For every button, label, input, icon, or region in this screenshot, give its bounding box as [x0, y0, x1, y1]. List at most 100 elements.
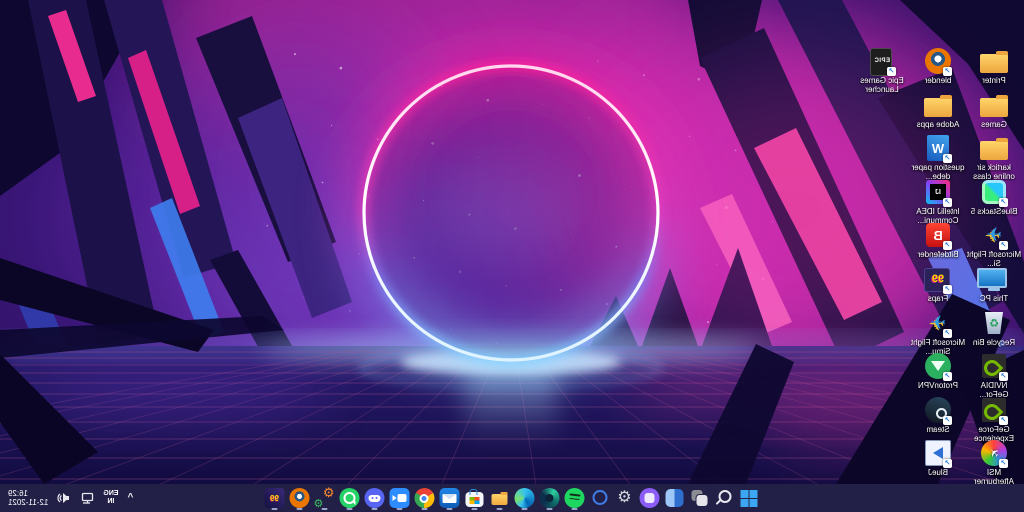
- desktop-icon-microsoft-flight-simu[interactable]: ✈Microsoft Flight Simu...: [910, 308, 966, 356]
- volume-icon[interactable]: [57, 491, 71, 505]
- desktop-icon-nvidia-gefor[interactable]: NVIDIA GeFor...: [966, 351, 1022, 399]
- desktop-icon-label: Bitdefender: [910, 251, 966, 260]
- folder-icon: [977, 133, 1011, 163]
- shortcut-arrow-badge: [943, 154, 952, 163]
- folder-icon: [977, 90, 1011, 120]
- swirl-app-icon: [540, 488, 560, 508]
- desktop-icon-intellij-idea-communi[interactable]: IJIntelliJ IDEA Communi...: [910, 177, 966, 225]
- shortcut-arrow-badge: [887, 67, 896, 76]
- desktop-icon-games[interactable]: Games: [966, 90, 1022, 130]
- desktop-icon-label: This PC: [966, 295, 1022, 304]
- desktop-icon-epic-games-launcher[interactable]: EPICEpic Games Launcher: [854, 46, 910, 94]
- search-button[interactable]: [715, 485, 735, 511]
- bluestacks-icon: [977, 177, 1011, 207]
- settings-button[interactable]: [615, 485, 635, 511]
- chrome-icon: [415, 488, 435, 508]
- desktop-icon-fraps[interactable]: 99Fraps: [910, 264, 966, 304]
- shortcut-arrow-badge: [943, 285, 952, 294]
- desktop-icon-bitdefender[interactable]: BBitdefender: [910, 220, 966, 260]
- desktop-icon-printer[interactable]: Printer: [966, 46, 1022, 86]
- desktop-icon-adobe-apps[interactable]: Adobe apps: [910, 90, 966, 130]
- mail-icon: [440, 488, 460, 508]
- fraps-icon: 99: [921, 264, 955, 294]
- gears-app-button[interactable]: [315, 485, 335, 511]
- desktop-icons: PrinterGameskartick sir online classBlue…: [824, 0, 1024, 484]
- desktop-icon-question-paper-debe[interactable]: Wquestion paper debe...: [910, 133, 966, 181]
- shortcut-arrow-badge: [999, 372, 1008, 381]
- desktop-icon-kartick-sir-online-class[interactable]: kartick sir online class: [966, 133, 1022, 181]
- running-indicator: [347, 508, 353, 510]
- spotify-icon: [565, 488, 585, 508]
- edge-button[interactable]: [515, 485, 535, 511]
- blender-button[interactable]: [290, 485, 310, 511]
- blender-icon: [290, 488, 310, 508]
- geforce-icon: [977, 395, 1011, 425]
- desktop-icon-label: Adobe apps: [910, 121, 966, 130]
- shortcut-arrow-badge: [943, 416, 952, 425]
- desktop-icon-microsoft-flight-si[interactable]: ✈Microsoft Flight Si...: [966, 220, 1022, 268]
- desktop-icon-label: Printer: [966, 77, 1022, 86]
- running-indicator: [297, 508, 303, 510]
- desktop-icon-bluestacks-5[interactable]: BlueStacks 5: [966, 177, 1022, 217]
- chrome-button[interactable]: [415, 485, 435, 511]
- msi-afterburner-icon: ✈: [977, 438, 1011, 468]
- shortcut-arrow-badge: [943, 459, 952, 468]
- desktop-icon-bluej[interactable]: BlueJ: [910, 438, 966, 478]
- ring-app-button[interactable]: [590, 485, 610, 511]
- running-indicator: [472, 508, 478, 510]
- edge-icon: [515, 488, 535, 508]
- language-indicator[interactable]: ENG IN: [103, 490, 118, 506]
- taskbar-clock[interactable]: 16:29 12-11-2021: [8, 489, 48, 508]
- gears-app-icon: [315, 488, 335, 508]
- msfs-icon: ✈: [921, 308, 955, 338]
- zoom-button[interactable]: [390, 485, 410, 511]
- language-code: ENG: [103, 490, 118, 498]
- running-indicator: [522, 508, 528, 510]
- spotify-button[interactable]: [565, 485, 585, 511]
- desktop-icon-label: Steam: [910, 426, 966, 435]
- desktop-icon-label: Epic Games Launcher: [854, 77, 910, 94]
- taskbar-center: 99: [265, 484, 760, 512]
- desktop-icon-label: blender: [910, 77, 966, 86]
- whatsapp-button[interactable]: [340, 485, 360, 511]
- start-button[interactable]: [740, 485, 760, 511]
- camera-app-button[interactable]: [640, 485, 660, 511]
- shortcut-arrow-badge: [943, 198, 952, 207]
- search-icon: [715, 488, 735, 508]
- this-pc-icon: [977, 264, 1011, 294]
- task-view-button[interactable]: [690, 485, 710, 511]
- recycle-bin-icon: ♻: [977, 308, 1011, 338]
- file-explorer-icon: [490, 488, 510, 508]
- desktop-icon-recycle-bin[interactable]: ♻Recycle Bin: [966, 308, 1022, 348]
- store-icon: [466, 492, 484, 507]
- file-explorer-button[interactable]: [490, 485, 510, 511]
- camera-app-icon: [640, 488, 660, 508]
- taskbar: 99 ^ ENG IN 16:29: [0, 484, 1024, 512]
- desktop-icon-steam[interactable]: Steam: [910, 395, 966, 435]
- widgets-button[interactable]: [665, 485, 685, 511]
- desktop-icon-label: Recycle Bin: [966, 339, 1022, 348]
- desktop-icon-msi-afterburner[interactable]: ✈MSI Afterburner: [966, 438, 1022, 486]
- running-indicator: [497, 508, 503, 510]
- desktop-icon-protonvpn[interactable]: ProtonVPN: [910, 351, 966, 391]
- shortcut-arrow-badge: [943, 329, 952, 338]
- desktop-icon-blender[interactable]: blender: [910, 46, 966, 86]
- discord-button[interactable]: [365, 485, 385, 511]
- folder-icon: [977, 46, 1011, 76]
- fraps-button[interactable]: 99: [265, 485, 285, 511]
- desktop-icon-this-pc[interactable]: This PC: [966, 264, 1022, 304]
- desktop-icon-label: BlueJ: [910, 469, 966, 478]
- tray-overflow-chevron[interactable]: ^: [128, 493, 134, 503]
- running-indicator: [397, 508, 403, 510]
- swirl-app-button[interactable]: [540, 485, 560, 511]
- mail-button[interactable]: [440, 485, 460, 511]
- bitdefender-icon: B: [921, 220, 955, 250]
- network-icon[interactable]: [80, 491, 94, 505]
- microsoft-store-button[interactable]: [465, 485, 485, 511]
- steam-icon: [921, 395, 955, 425]
- zoom-icon: [390, 488, 410, 508]
- folder-icon: [921, 90, 955, 120]
- shortcut-arrow-badge: [999, 198, 1008, 207]
- running-indicator: [572, 508, 578, 510]
- ring-app-icon: [590, 488, 610, 508]
